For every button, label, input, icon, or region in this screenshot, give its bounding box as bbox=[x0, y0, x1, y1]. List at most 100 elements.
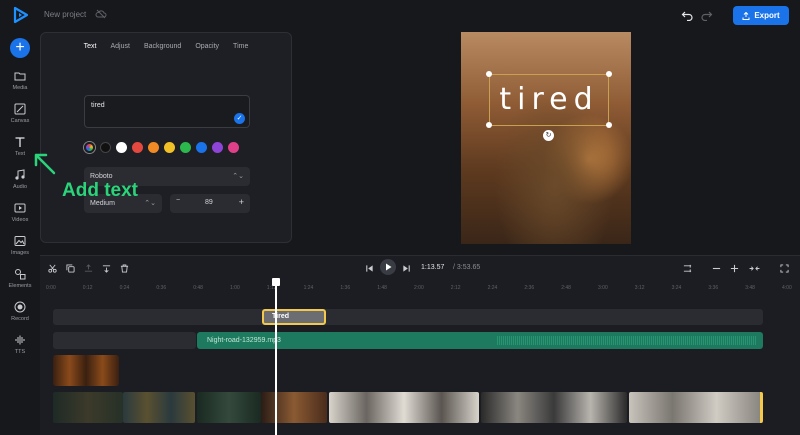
ruler-tick: 2:36 bbox=[524, 285, 535, 291]
skip-forward-icon[interactable] bbox=[402, 264, 411, 273]
tab-text[interactable]: Text bbox=[84, 43, 97, 50]
redo-icon[interactable] bbox=[701, 9, 713, 21]
sidebar-item-elements[interactable]: Elements bbox=[0, 268, 40, 296]
export-icon bbox=[742, 11, 750, 20]
export-label: Export bbox=[754, 11, 780, 20]
sidebar-item-label: Audio bbox=[12, 184, 28, 190]
color-swatch-red[interactable] bbox=[132, 142, 143, 153]
increase-size-button[interactable]: + bbox=[239, 197, 244, 207]
sidebar-item-label: Images bbox=[10, 250, 30, 256]
color-swatch-pink[interactable] bbox=[228, 142, 239, 153]
ruler-tick: 3:36 bbox=[708, 285, 719, 291]
panel-tabs: Text Adjust Background Opacity Time bbox=[41, 43, 291, 50]
ruler-tick: 0:36 bbox=[156, 285, 167, 291]
preview-text-overlay[interactable]: tired bbox=[489, 74, 609, 126]
sidebar-item-media[interactable]: Media bbox=[0, 70, 40, 98]
fit-timeline-icon[interactable] bbox=[748, 264, 761, 273]
audio-clip-label: Night-road-132959.mp3 bbox=[207, 337, 281, 344]
ruler-tick: 0:12 bbox=[82, 285, 93, 291]
color-swatch-orange[interactable] bbox=[148, 142, 159, 153]
color-swatch-blue[interactable] bbox=[196, 142, 207, 153]
tab-adjust[interactable]: Adjust bbox=[110, 43, 129, 50]
app-logo-icon[interactable] bbox=[12, 6, 30, 24]
font-size-value[interactable]: 89 bbox=[205, 199, 213, 206]
decrease-size-button[interactable]: − bbox=[176, 197, 180, 204]
zoom-out-icon[interactable] bbox=[712, 264, 721, 273]
resize-handle-tr[interactable] bbox=[606, 71, 612, 77]
resize-handle-br[interactable] bbox=[606, 122, 612, 128]
images-icon bbox=[14, 236, 26, 246]
color-swatches bbox=[84, 142, 239, 153]
undo-icon[interactable] bbox=[681, 9, 693, 21]
sidebar-item-videos[interactable]: Videos bbox=[0, 202, 40, 230]
arrow-up-left-icon bbox=[34, 153, 56, 175]
playhead-handle[interactable] bbox=[272, 278, 280, 286]
video-clip-small[interactable] bbox=[53, 355, 119, 386]
video-clip[interactable] bbox=[329, 392, 479, 423]
video-clip[interactable] bbox=[123, 392, 195, 423]
ruler-tick: 3:00 bbox=[598, 285, 608, 291]
trash-icon[interactable] bbox=[120, 264, 129, 273]
timeline-ruler[interactable]: 0:00 0:12 0:24 0:36 0:48 1:00 1:12 1:24 1:36 1:48… bbox=[40, 282, 800, 294]
media-icon bbox=[14, 72, 26, 81]
color-swatch-white[interactable] bbox=[116, 142, 127, 153]
color-swatch-yellow[interactable] bbox=[164, 142, 175, 153]
skip-back-icon[interactable] bbox=[365, 264, 374, 273]
sidebar-item-record[interactable]: Record bbox=[0, 301, 40, 329]
text-track[interactable] bbox=[53, 309, 763, 325]
ruler-tick: 3:24 bbox=[671, 285, 682, 291]
font-family-value: Roboto bbox=[90, 173, 113, 180]
tab-time[interactable]: Time bbox=[233, 43, 248, 50]
play-button[interactable] bbox=[380, 259, 396, 275]
sidebar-item-canvas[interactable]: Canvas bbox=[0, 103, 40, 131]
sidebar-item-label: Record bbox=[11, 316, 29, 322]
sidebar-item-tts[interactable]: TTS bbox=[0, 334, 40, 362]
total-time: / 3:53.65 bbox=[453, 264, 481, 271]
check-icon[interactable]: ✓ bbox=[234, 113, 245, 124]
text-content-field[interactable]: tired ✓ bbox=[84, 95, 250, 128]
ruler-tick: 0:48 bbox=[193, 285, 203, 291]
fullscreen-icon[interactable] bbox=[780, 264, 789, 273]
duplicate-icon[interactable] bbox=[66, 264, 75, 273]
ruler-tick: 2:24 bbox=[487, 285, 498, 291]
color-picker-icon[interactable] bbox=[84, 142, 95, 153]
scissors-icon[interactable] bbox=[48, 264, 57, 273]
audio-track-empty[interactable] bbox=[53, 332, 196, 349]
audio-clip[interactable]: Night-road-132959.mp3 bbox=[197, 332, 763, 349]
play-icon bbox=[386, 263, 392, 271]
playhead[interactable] bbox=[275, 280, 277, 435]
sidebar-item-label: Media bbox=[12, 85, 28, 91]
current-time: 1:13.57 bbox=[421, 264, 445, 271]
canvas-icon bbox=[14, 103, 26, 115]
video-clip[interactable] bbox=[481, 392, 627, 423]
text-clip[interactable]: Tired bbox=[262, 309, 326, 325]
tab-background[interactable]: Background bbox=[144, 43, 181, 50]
tts-icon bbox=[15, 335, 25, 345]
video-clip[interactable] bbox=[629, 392, 763, 423]
video-preview[interactable]: tired ↻ bbox=[461, 32, 631, 244]
videos-icon bbox=[14, 203, 26, 213]
color-swatch-green[interactable] bbox=[180, 142, 191, 153]
color-swatch-purple[interactable] bbox=[212, 142, 223, 153]
ruler-tick: 2:48 bbox=[561, 285, 571, 291]
ruler-tick: 4:00 bbox=[782, 285, 792, 291]
tab-opacity[interactable]: Opacity bbox=[195, 43, 219, 50]
color-swatch-black[interactable] bbox=[100, 142, 111, 153]
sidebar-item-images[interactable]: Images bbox=[0, 235, 40, 263]
sidebar-item-label: Canvas bbox=[10, 118, 30, 124]
resize-handle-tl[interactable] bbox=[486, 71, 492, 77]
video-clip[interactable] bbox=[53, 392, 123, 423]
export-button[interactable]: Export bbox=[733, 6, 789, 25]
ruler-tick: 3:12 bbox=[634, 285, 645, 291]
move-up-icon[interactable] bbox=[84, 264, 93, 273]
rotate-handle-icon[interactable]: ↻ bbox=[543, 130, 554, 141]
project-title[interactable]: New project bbox=[44, 10, 86, 19]
resize-handle-bl[interactable] bbox=[486, 122, 492, 128]
move-down-icon[interactable] bbox=[102, 264, 111, 273]
split-tracks-icon[interactable] bbox=[683, 264, 692, 273]
video-clip[interactable] bbox=[197, 392, 261, 423]
add-button[interactable]: + bbox=[10, 38, 30, 58]
ruler-tick: 1:00 bbox=[230, 285, 240, 291]
video-clip[interactable] bbox=[261, 392, 327, 423]
zoom-in-icon[interactable] bbox=[730, 264, 739, 273]
